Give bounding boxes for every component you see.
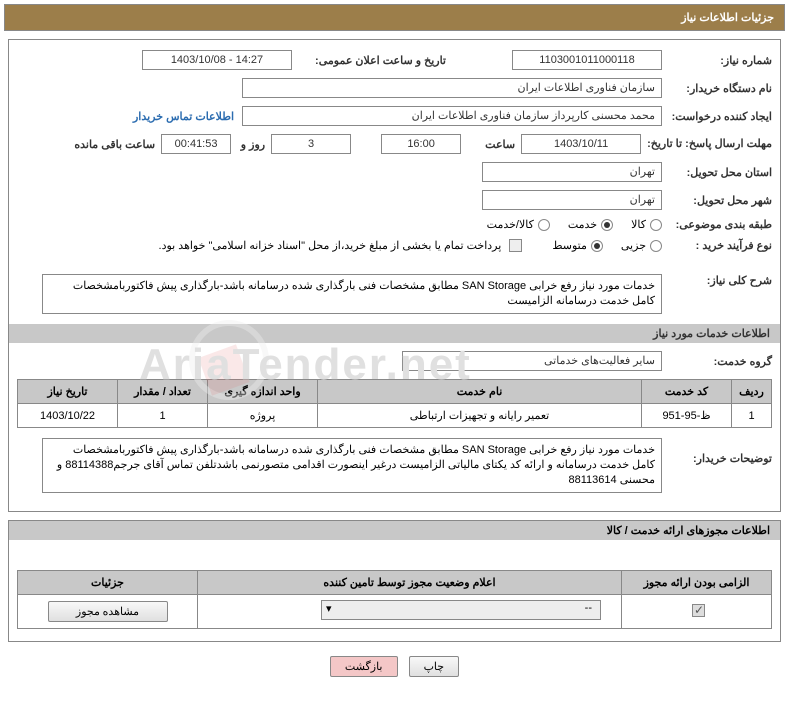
province-field: تهران [482,162,662,182]
row-service-group: گروه خدمت: سایر فعالیت‌های خدماتی [17,351,772,371]
th-row: ردیف [732,380,772,404]
permits-table-header: الزامی بودن ارائه مجوز اعلام وضعیت مجوز … [18,571,772,595]
services-table: ردیف کد خدمت نام خدمت واحد اندازه گیری ت… [17,379,772,428]
permits-table-row: -- مشاهده مجوز [18,595,772,629]
deadline-time-field: 16:00 [381,134,461,154]
days-label: روز و [231,138,271,151]
radio-both-label: کالا/خدمت [487,218,534,231]
permits-table: الزامی بودن ارائه مجوز اعلام وضعیت مجوز … [17,570,772,629]
row-province: استان محل تحویل: تهران [17,162,772,182]
time-remaining-label: ساعت باقی مانده [68,138,161,151]
radio-medium[interactable] [591,240,603,252]
treasury-checkbox[interactable] [509,239,522,252]
page-title: جزئیات اطلاعات نیاز [681,12,774,24]
buyer-org-label: نام دستگاه خریدار: [662,82,772,95]
province-label: استان محل تحویل: [662,166,772,179]
row-requester: ایجاد کننده درخواست: محمد محسنی کارپرداز… [17,106,772,126]
td-unit: پروژه [208,404,318,428]
payment-note: پرداخت تمام یا بخشی از مبلغ خرید،از محل … [159,239,506,252]
row-city: شهر محل تحویل: تهران [17,190,772,210]
radio-goods-label: کالا [631,218,646,231]
radio-goods[interactable] [650,219,662,231]
radio-partial[interactable] [650,240,662,252]
radio-service[interactable] [601,219,613,231]
city-label: شهر محل تحویل: [662,194,772,207]
permits-panel: اطلاعات مجوزهای ارائه خدمت / کالا الزامی… [8,520,781,642]
row-category: طبقه بندی موضوعی: کالا خدمت کالا/خدمت [17,218,772,231]
buyer-contact-link[interactable]: اطلاعات تماس خریدار [125,110,242,123]
print-button[interactable]: چاپ [409,656,460,677]
radio-medium-label: متوسط [552,239,587,252]
td-code: ظ-95-951 [642,404,732,428]
th-mandatory: الزامی بودن ارائه مجوز [622,571,772,595]
buyer-org-field: سازمان فناوری اطلاعات ایران [242,78,662,98]
th-date: تاریخ نیاز [18,380,118,404]
radio-partial-label: جزیی [621,239,646,252]
view-permit-button[interactable]: مشاهده مجوز [48,601,168,622]
days-remaining-field: 3 [271,134,351,154]
main-panel: AriaTender.net شماره نیاز: 1103001011000… [8,39,781,512]
category-label: طبقه بندی موضوعی: [662,218,772,231]
purchase-type-label: نوع فرآیند خرید : [662,239,772,252]
radio-service-label: خدمت [568,218,597,231]
time-remaining-field: 00:41:53 [161,134,231,154]
description-text: خدمات مورد نیاز رفع خرابی SAN Storage مط… [42,274,662,314]
deadline-label: مهلت ارسال پاسخ: تا تاریخ: [641,138,772,151]
td-row: 1 [732,404,772,428]
services-section-header: اطلاعات خدمات مورد نیاز [9,324,780,343]
requester-field: محمد محسنی کارپرداز سازمان فناوری اطلاعا… [242,106,662,126]
city-field: تهران [482,190,662,210]
pub-date-label: تاریخ و ساعت اعلان عمومی: [292,54,452,67]
service-group-field: سایر فعالیت‌های خدماتی [402,351,662,371]
row-need-number: شماره نیاز: 1103001011000118 تاریخ و ساع… [17,50,772,70]
td-details: مشاهده مجوز [18,595,198,629]
back-button[interactable]: بازگشت [330,656,398,677]
radio-both[interactable] [538,219,550,231]
buyer-notes-label: توضیحات خریدار: [662,438,772,465]
purchase-type-radio-group: جزیی متوسط [552,239,662,252]
th-name: نام خدمت [318,380,642,404]
row-deadline: مهلت ارسال پاسخ: تا تاریخ: 1403/10/11 سا… [17,134,772,154]
buyer-notes-text: خدمات مورد نیاز رفع خرابی SAN Storage مط… [42,438,662,493]
row-purchase-type: نوع فرآیند خرید : جزیی متوسط پرداخت تمام… [17,239,772,252]
row-description: شرح کلی نیاز: خدمات مورد نیاز رفع خرابی … [17,274,772,314]
permits-section-header: اطلاعات مجوزهای ارائه خدمت / کالا [9,521,780,540]
services-table-header: ردیف کد خدمت نام خدمت واحد اندازه گیری ت… [18,380,772,404]
table-row: 1 ظ-95-951 تعمیر رایانه و تجهیزات ارتباط… [18,404,772,428]
action-buttons-row: چاپ بازگشت [4,656,785,677]
row-buyer-notes: توضیحات خریدار: خدمات مورد نیاز رفع خراب… [17,438,772,493]
th-unit: واحد اندازه گیری [208,380,318,404]
th-status: اعلام وضعیت مجوز توسط تامین کننده [198,571,622,595]
page-title-bar: جزئیات اطلاعات نیاز [4,4,785,31]
need-number-label: شماره نیاز: [662,54,772,67]
td-name: تعمیر رایانه و تجهیزات ارتباطی [318,404,642,428]
mandatory-checkbox [692,604,705,617]
th-qty: تعداد / مقدار [118,380,208,404]
td-status: -- [198,595,622,629]
requester-label: ایجاد کننده درخواست: [662,110,772,123]
description-label: شرح کلی نیاز: [662,274,772,287]
time-label: ساعت [461,138,521,151]
th-details: جزئیات [18,571,198,595]
dropdown-value: -- [585,602,596,614]
deadline-date-field: 1403/10/11 [521,134,641,154]
category-radio-group: کالا خدمت کالا/خدمت [487,218,662,231]
td-qty: 1 [118,404,208,428]
service-group-label: گروه خدمت: [662,355,772,368]
row-buyer-org: نام دستگاه خریدار: سازمان فناوری اطلاعات… [17,78,772,98]
td-mandatory [622,595,772,629]
th-code: کد خدمت [642,380,732,404]
status-dropdown[interactable]: -- [321,600,601,620]
td-date: 1403/10/22 [18,404,118,428]
pub-date-field: 1403/10/08 - 14:27 [142,50,292,70]
need-number-field: 1103001011000118 [512,50,662,70]
